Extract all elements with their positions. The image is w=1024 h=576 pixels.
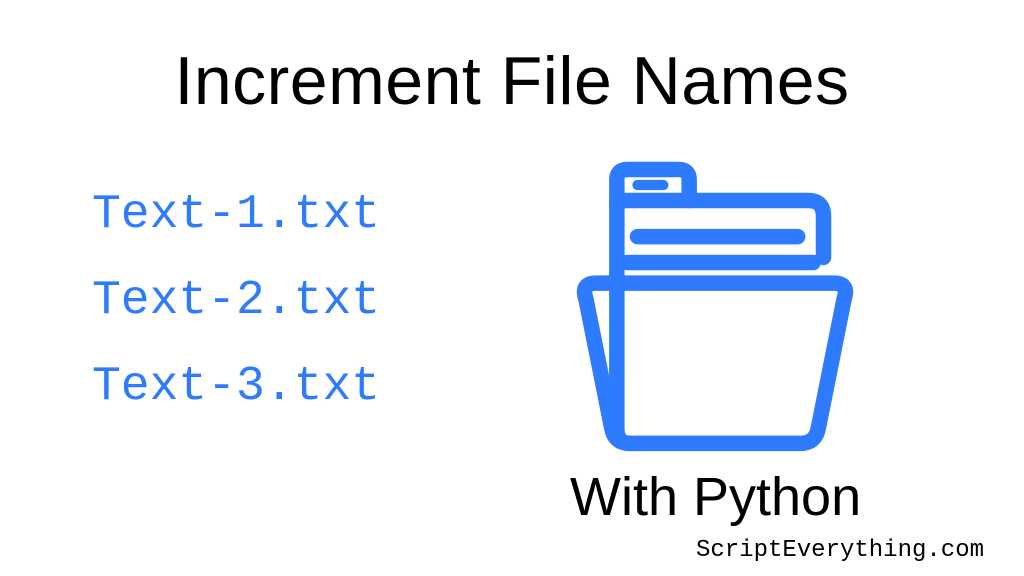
list-item: Text-1.txt	[92, 188, 380, 242]
file-list: Text-1.txt Text-2.txt Text-3.txt	[92, 188, 380, 414]
list-item: Text-3.txt	[92, 360, 380, 414]
folder-open-icon	[560, 154, 870, 464]
list-item: Text-2.txt	[92, 274, 380, 328]
page-title: Increment File Names	[174, 42, 849, 120]
subtitle: With Python	[570, 466, 861, 528]
footer-credit: ScriptEverything.com	[696, 537, 984, 564]
